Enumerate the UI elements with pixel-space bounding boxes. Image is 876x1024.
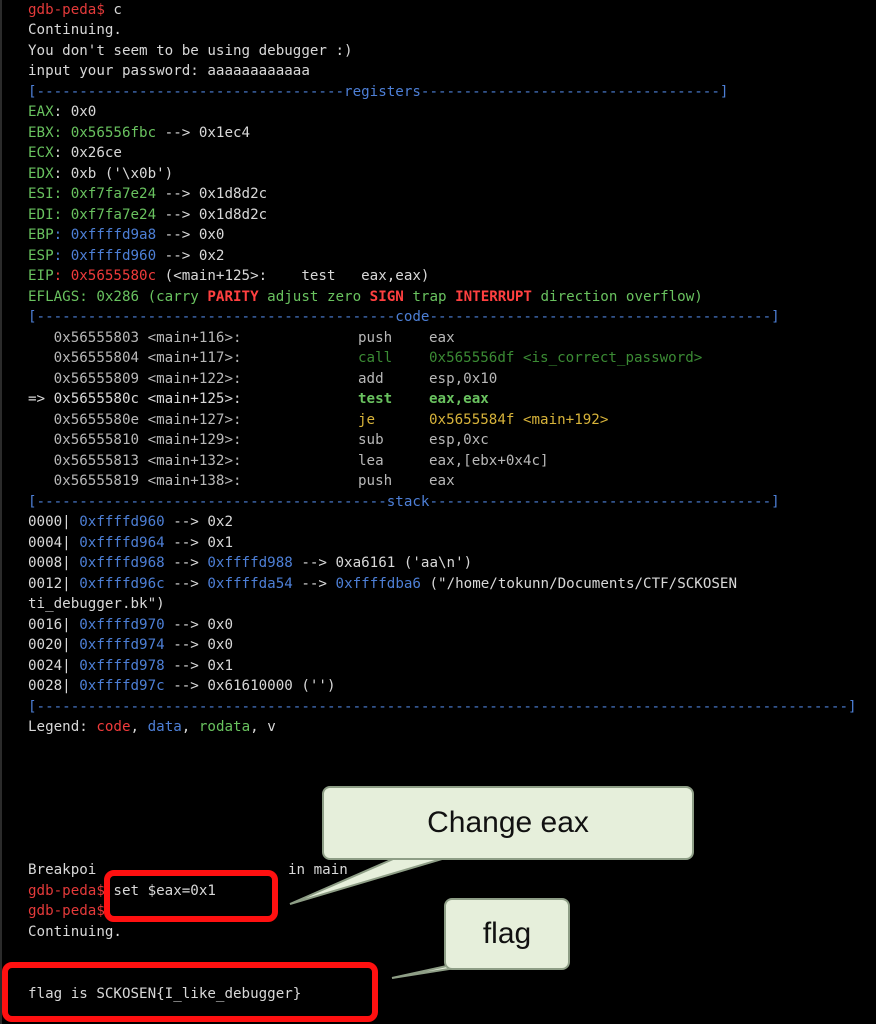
callout-change-eax: Change eax	[322, 786, 694, 860]
callout-tails	[289, 855, 507, 979]
callout-flag: flag	[444, 898, 570, 970]
